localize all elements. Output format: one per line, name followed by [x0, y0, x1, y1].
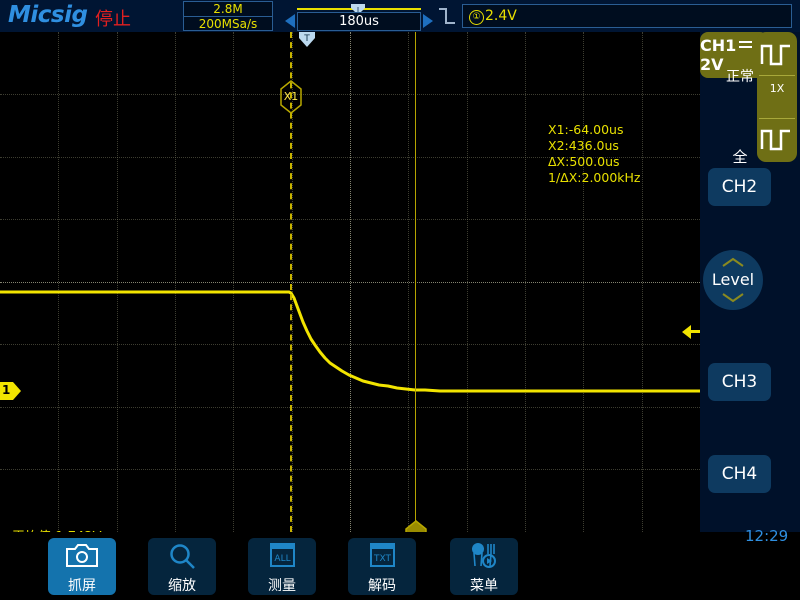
sample-rate-value: 200MSa/s: [184, 16, 272, 31]
trigger-level-arrow-icon[interactable]: [682, 324, 700, 340]
ch1-ground-marker-label: 1: [2, 383, 11, 397]
toolbar-button-measure[interactable]: ALL 测量: [248, 538, 316, 595]
falling-pulse-icon: [760, 129, 790, 151]
oscilloscope-screen: Micsig 停止 2.8M 200MSa/s 180us ① 2.4V X1 …: [0, 0, 800, 600]
all-window-icon: ALL: [248, 538, 316, 575]
trigger-level-text: ① 2.4V: [469, 8, 517, 25]
ch1-ground-marker[interactable]: 1: [0, 382, 22, 400]
sidebar-item-ch2[interactable]: CH2: [708, 168, 771, 206]
trigger-level-knob[interactable]: Level: [703, 250, 763, 310]
probe-ratio-label: 1X: [769, 82, 785, 95]
cursor-x1-handle[interactable]: X1: [280, 80, 302, 114]
trigger-source-badge: ①: [469, 10, 484, 25]
top-status-bar: Micsig 停止 2.8M 200MSa/s 180us ① 2.4V: [0, 0, 800, 32]
camera-icon: [48, 538, 116, 575]
trigger-position-marker-icon[interactable]: T: [298, 32, 316, 48]
cursor-readout-x2: X2:436.0us: [548, 138, 619, 153]
toolbar-button-menu[interactable]: 菜单: [450, 538, 518, 595]
cursor-readout: X1:-64.00us X2:436.0us ΔX:500.0us 1/ΔX:2…: [548, 122, 640, 186]
txt-window-icon: TXT: [348, 538, 416, 575]
pulse-icon-top-cell[interactable]: [757, 32, 797, 75]
acquisition-info-box[interactable]: 2.8M 200MSa/s: [183, 1, 273, 31]
pulse-icon-bottom-cell[interactable]: [757, 119, 797, 162]
clock-label: 12:29: [745, 527, 789, 545]
memory-depth-value: 2.8M: [213, 2, 243, 16]
toolbar-button-screenshot[interactable]: 抓屏: [48, 538, 116, 595]
menu-icon: [450, 538, 518, 575]
toolbar-button-decode[interactable]: TXT 解码: [348, 538, 416, 595]
cursor-x1-label: X1: [283, 90, 299, 103]
toolbar-label-zoom: 缩放: [168, 578, 196, 594]
brand-logo: Micsig: [8, 2, 88, 28]
svg-text:ALL: ALL: [274, 554, 290, 564]
run-state-label[interactable]: 停止: [95, 5, 131, 31]
ch1-label: CH1: [700, 36, 737, 55]
svg-text:T: T: [303, 34, 310, 44]
dc-coupling-icon: [739, 41, 753, 48]
falling-edge-icon[interactable]: [437, 6, 457, 31]
cursor-x2-handle[interactable]: X2: [405, 520, 427, 532]
trigger-level-value: 2.4V: [485, 8, 517, 24]
magnifier-icon: [148, 538, 216, 575]
toolbar-button-zoom[interactable]: 缩放: [148, 538, 216, 595]
sidebar-item-ch4[interactable]: CH4: [708, 455, 771, 493]
cursor-readout-freq: 1/ΔX:2.000kHz: [548, 170, 641, 185]
toolbar-label-measure: 测量: [268, 578, 296, 594]
timebase-value[interactable]: 180us: [297, 12, 421, 31]
cursor-readout-dx: ΔX:500.0us: [548, 154, 620, 169]
rising-pulse-icon: [760, 44, 790, 66]
timebase-control[interactable]: 180us: [283, 1, 435, 31]
probe-divider: [759, 75, 795, 76]
trigger-level-box[interactable]: ① 2.4V: [462, 4, 792, 28]
probe-attenuation-control[interactable]: 1X: [757, 32, 797, 162]
toolbar-label-menu: 菜单: [470, 578, 498, 594]
bottom-toolbar: 抓屏 缩放 ALL 测量 TXT 解码 菜单: [0, 532, 800, 600]
timebase-increase-arrow[interactable]: [423, 14, 433, 28]
toolbar-label-decode: 解码: [368, 578, 396, 594]
cursor-readout-x1: X1:-64.00us: [548, 122, 624, 137]
svg-text:TXT: TXT: [373, 554, 392, 564]
toolbar-label-screenshot: 抓屏: [68, 578, 96, 594]
ch1-waveform: [0, 290, 700, 393]
timebase-decrease-arrow[interactable]: [285, 14, 295, 28]
waveform-plot-area[interactable]: X1 X2 T 1: [0, 32, 700, 532]
sidebar-item-ch3[interactable]: CH3: [708, 363, 771, 401]
cursor-x2-line[interactable]: [415, 32, 416, 532]
